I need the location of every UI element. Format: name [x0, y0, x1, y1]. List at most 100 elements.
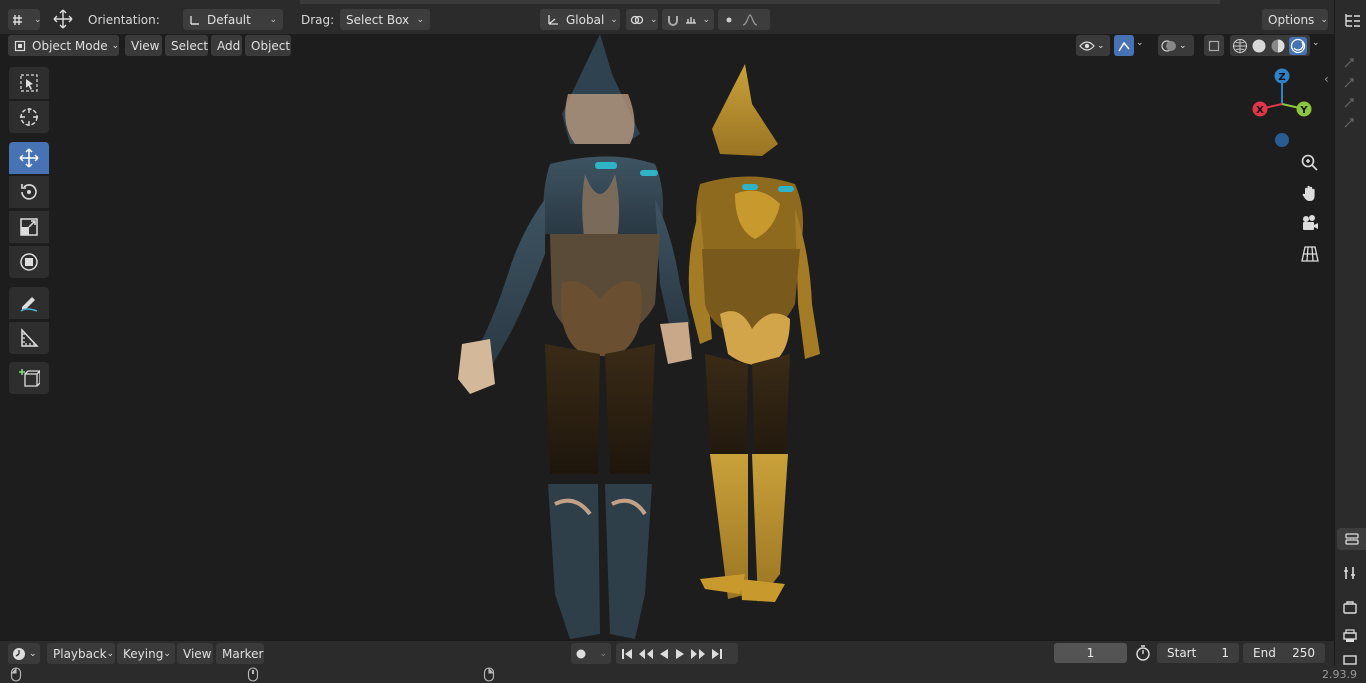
orientation-icon: [189, 14, 201, 26]
orientation-dropdown[interactable]: Default ⌄: [183, 9, 283, 30]
tool-measure[interactable]: [9, 322, 49, 354]
chevron-down-icon: ⌄: [34, 14, 42, 25]
vertex-tool-icon-1[interactable]: [1342, 56, 1356, 70]
chevron-down-icon[interactable]: ⌄: [1312, 38, 1320, 48]
sidebar-toggle-icon[interactable]: ‹: [1324, 72, 1329, 86]
chevron-down-icon[interactable]: ⌄: [1136, 38, 1144, 48]
menu-keying-label: Keying: [123, 646, 164, 661]
navigation-gizmo[interactable]: Z X Y: [1246, 64, 1318, 154]
transform-icon: [18, 251, 40, 273]
jump-start-icon[interactable]: [620, 648, 634, 660]
chevron-down-icon: ⌄: [650, 14, 658, 25]
chevron-down-icon: ⌄: [1320, 14, 1328, 25]
axis-y-label: Y: [1299, 105, 1308, 116]
axis-x-label: X: [1256, 105, 1264, 116]
play-icon[interactable]: [674, 648, 686, 660]
axis-neg-z-handle[interactable]: [1275, 133, 1289, 147]
end-frame-field[interactable]: End 250: [1243, 643, 1325, 663]
stopwatch-icon[interactable]: [1135, 645, 1151, 661]
snap-magnet-icon: [666, 13, 680, 27]
tool-settings-icon[interactable]: [1342, 565, 1358, 581]
move-tool-icon[interactable]: [52, 9, 74, 29]
figure-blue: [458, 34, 692, 639]
menu-select[interactable]: Select: [165, 35, 208, 56]
tool-cursor[interactable]: [9, 101, 49, 133]
camera-view-icon[interactable]: [1300, 213, 1320, 233]
orthographic-grid-icon[interactable]: [1300, 244, 1320, 264]
falloff-curve-icon: [742, 13, 758, 27]
start-frame-label: Start: [1167, 646, 1197, 660]
rotate-icon: [18, 181, 40, 203]
transform-orientation-dropdown[interactable]: Global ⌄: [540, 9, 620, 30]
tool-move[interactable]: [9, 142, 49, 174]
workspace-tabs-strip[interactable]: [300, 0, 1220, 4]
menu-playback[interactable]: Playback ⌄: [47, 643, 115, 664]
solid-shading-icon[interactable]: [1251, 38, 1267, 54]
chevron-down-icon: ⌄: [29, 648, 37, 659]
menu-keying[interactable]: Keying ⌄: [117, 643, 175, 664]
overlays-dropdown[interactable]: ⌄: [1158, 35, 1194, 56]
playback-controls[interactable]: [616, 643, 738, 664]
menu-marker[interactable]: Marker: [216, 643, 264, 664]
menu-timeline-view[interactable]: View: [177, 643, 213, 664]
current-frame-field[interactable]: 1: [1054, 643, 1127, 663]
shading-buttons[interactable]: [1230, 35, 1310, 56]
tool-rotate[interactable]: [9, 176, 49, 208]
next-keyframe-icon[interactable]: [690, 648, 706, 660]
output-properties-icon[interactable]: [1342, 628, 1358, 644]
current-frame-value: 1: [1086, 646, 1095, 660]
vertex-tool-icon-4[interactable]: [1342, 116, 1356, 130]
xray-toggle-button[interactable]: [1204, 35, 1224, 56]
properties-icon: [1344, 531, 1360, 547]
vertex-tool-icon-2[interactable]: [1342, 76, 1356, 90]
editor-type-button[interactable]: ⌄: [8, 9, 42, 30]
snap-increment-icon: [684, 13, 698, 27]
timeline-editor-type-button[interactable]: ⌄: [8, 643, 40, 664]
play-reverse-icon[interactable]: [658, 648, 670, 660]
record-icon: [575, 648, 587, 660]
clock-icon: [12, 647, 26, 661]
rendered-shading-icon[interactable]: [1289, 36, 1307, 55]
render-properties-icon[interactable]: [1342, 600, 1358, 616]
tool-select-box[interactable]: [9, 67, 49, 99]
wireframe-shading-icon[interactable]: [1232, 38, 1248, 54]
character-models-render: [458, 34, 820, 639]
jump-end-icon[interactable]: [710, 648, 724, 660]
zoom-icon[interactable]: [1300, 153, 1320, 173]
drag-dropdown[interactable]: Select Box ⌄: [340, 9, 430, 30]
pivot-icon: [630, 13, 644, 27]
auto-keying-group[interactable]: ⌄: [571, 643, 611, 664]
tool-scale[interactable]: [9, 211, 49, 243]
tool-add-cube[interactable]: [9, 362, 49, 394]
menu-object[interactable]: Object: [245, 35, 291, 56]
proportional-editing-group[interactable]: [718, 9, 770, 30]
tool-annotate[interactable]: [9, 287, 49, 319]
menu-playback-label: Playback: [53, 646, 107, 661]
mode-dropdown[interactable]: Object Mode ⌄: [8, 35, 119, 56]
menu-timeline-view-label: View: [183, 646, 212, 661]
cursor-icon: [18, 106, 40, 128]
properties-editor-tab[interactable]: [1337, 528, 1366, 550]
menu-add[interactable]: Add: [211, 35, 242, 56]
material-shading-icon[interactable]: [1270, 38, 1286, 54]
tool-transform[interactable]: [9, 246, 49, 278]
drag-value: Select Box: [346, 12, 410, 27]
pan-hand-icon[interactable]: [1300, 183, 1320, 203]
end-frame-label: End: [1253, 646, 1276, 660]
prev-keyframe-icon[interactable]: [638, 648, 654, 660]
start-frame-field[interactable]: Start 1: [1157, 643, 1239, 663]
vertex-tool-icon-3[interactable]: [1342, 96, 1356, 110]
menu-view[interactable]: View: [125, 35, 162, 56]
3d-viewport[interactable]: [0, 34, 1334, 639]
outliner-icon[interactable]: [1344, 12, 1362, 28]
orientation-value: Default: [207, 12, 251, 27]
visibility-dropdown[interactable]: ⌄: [1076, 35, 1110, 56]
snap-group[interactable]: ⌄: [662, 9, 714, 30]
view-layer-icon[interactable]: [1342, 654, 1358, 666]
editor-type-icon: [12, 13, 28, 27]
options-dropdown[interactable]: Options ⌄: [1262, 9, 1328, 30]
chevron-down-icon: ⌄: [610, 14, 618, 25]
menu-add-label: Add: [217, 38, 241, 53]
pivot-point-dropdown[interactable]: ⌄: [626, 9, 658, 30]
gizmo-toggle-button[interactable]: [1114, 35, 1134, 56]
